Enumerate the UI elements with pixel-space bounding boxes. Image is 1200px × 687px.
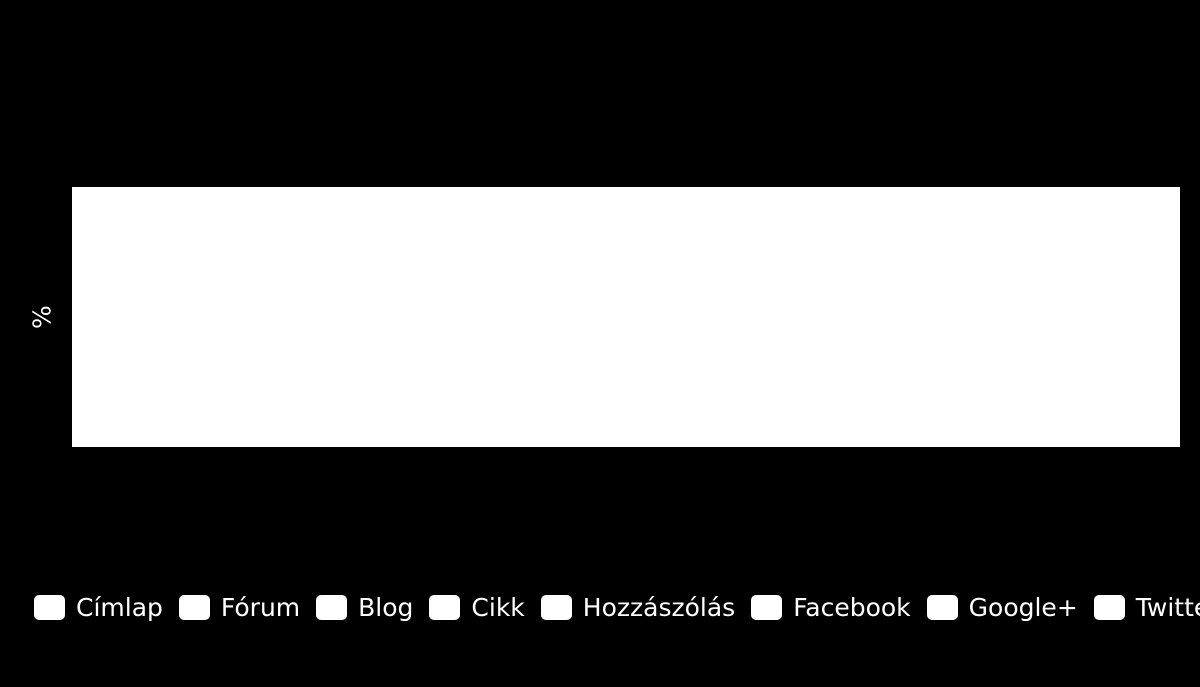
plot-area[interactable]	[72, 187, 1180, 447]
legend-swatch-icon-googleplus	[926, 594, 958, 620]
legend-label-cimlap: Címlap	[76, 592, 163, 622]
legend-label-googleplus: Google+	[968, 592, 1078, 622]
legend-item-twitter[interactable]: Twitter	[1093, 592, 1200, 622]
legend-label-blog: Blog	[358, 592, 414, 622]
chart-legend: Címlap Fórum Blog Cikk Hozzászólás Faceb…	[34, 589, 1200, 625]
legend-item-facebook[interactable]: Facebook	[751, 592, 911, 622]
legend-label-hozzaszolas: Hozzászólás	[582, 592, 736, 622]
legend-label-facebook: Facebook	[793, 592, 911, 622]
chart-container: % Címlap Fórum Blog Cikk Hozzászólás Fac…	[0, 0, 1200, 687]
legend-swatch-icon-hozzaszolas	[540, 594, 572, 620]
legend-swatch-icon-blog	[316, 594, 348, 620]
legend-item-googleplus[interactable]: Google+	[926, 592, 1078, 622]
legend-swatch-icon-cikk	[429, 594, 461, 620]
legend-label-cikk: Cikk	[471, 592, 525, 622]
legend-swatch-icon-facebook	[751, 594, 783, 620]
legend-item-hozzaszolas[interactable]: Hozzászólás	[540, 592, 736, 622]
legend-item-cikk[interactable]: Cikk	[429, 592, 525, 622]
legend-label-twitter: Twitter	[1135, 592, 1200, 622]
legend-item-cimlap[interactable]: Címlap	[34, 592, 163, 622]
legend-label-forum: Fórum	[220, 592, 301, 622]
legend-item-blog[interactable]: Blog	[316, 592, 414, 622]
plot-series-layer	[72, 187, 1180, 447]
legend-swatch-icon-cimlap	[34, 594, 65, 620]
y-axis-title: %	[27, 305, 57, 329]
legend-item-forum[interactable]: Fórum	[178, 592, 301, 622]
legend-swatch-icon-twitter	[1093, 594, 1125, 620]
legend-swatch-icon-forum	[178, 594, 210, 620]
